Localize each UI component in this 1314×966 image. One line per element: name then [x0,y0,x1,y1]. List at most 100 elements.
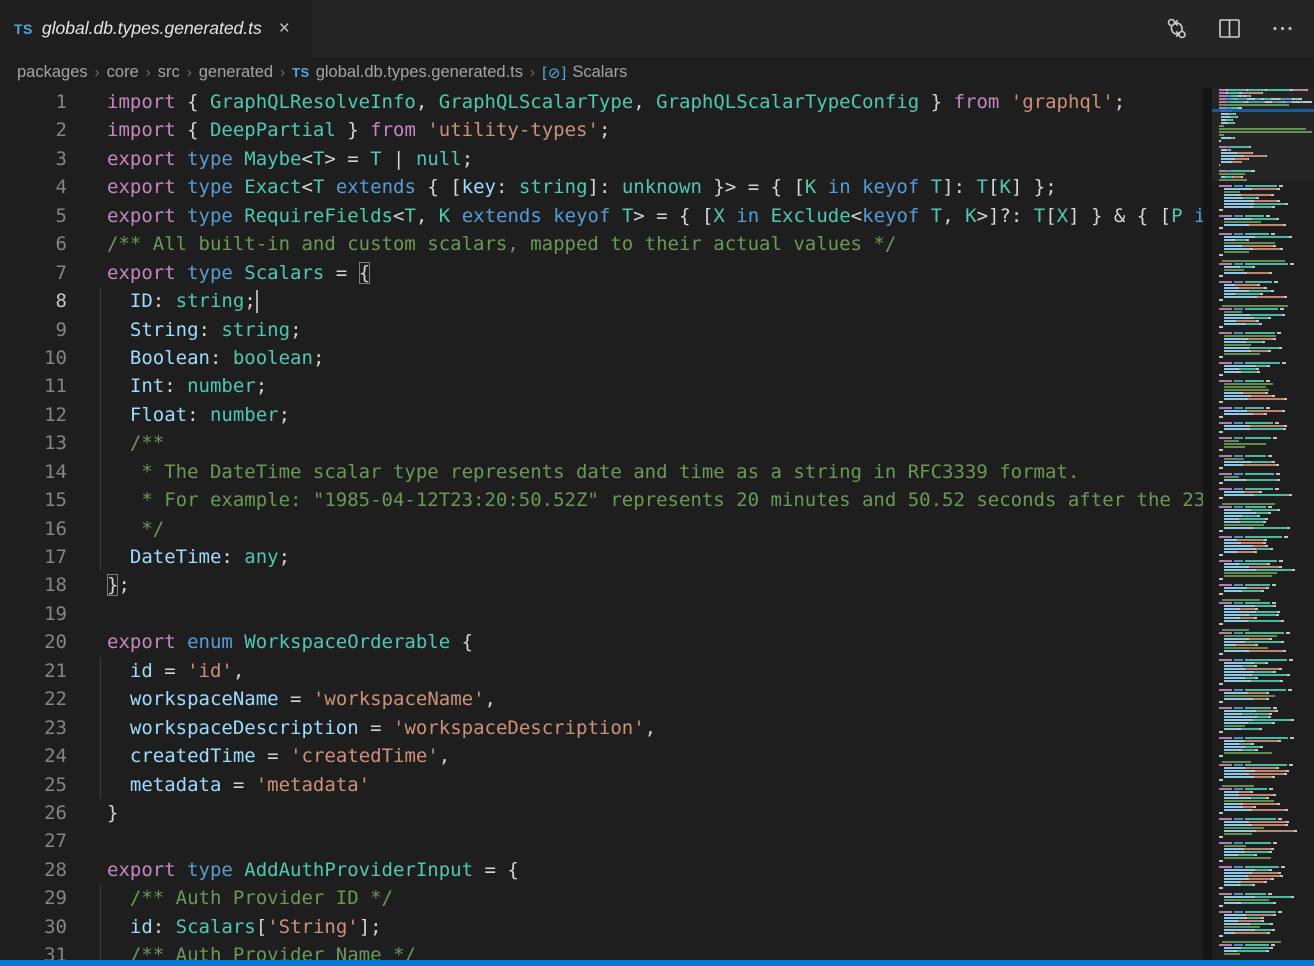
open-changes-icon[interactable] [1163,15,1190,42]
line-number[interactable]: 10 [0,344,67,372]
code-line-25[interactable]: 25 metadata = 'metadata' [0,771,1212,799]
code-line-3[interactable]: 3export type Maybe<T> = T | null; [0,145,1212,173]
code-line-1[interactable]: 1import { GraphQLResolveInfo, GraphQLSca… [0,88,1212,116]
minimap-line [1219,341,1312,343]
minimap-line [1219,902,1312,904]
tab-close-icon[interactable]: × [279,19,290,38]
code-line-28[interactable]: 28export type AddAuthProviderInput = { [0,856,1212,884]
code-line-20[interactable]: 20export enum WorkspaceOrderable { [0,628,1212,656]
code-line-5[interactable]: 5 export type RequireFields<T, K extends … [0,202,1212,230]
breadcrumb-src[interactable]: src [158,63,180,82]
line-number[interactable]: 2 [0,116,67,144]
code-line-31[interactable]: 31 /** Auth Provider Name */ [0,941,1212,960]
indent-guide [100,657,101,685]
code-line-15[interactable]: 15 * For example: "1985-04-12T23:20:50.5… [0,486,1212,514]
line-number[interactable]: 22 [0,685,67,713]
tab-label: global.db.types.generated.ts [42,18,262,39]
minimap-line [1219,566,1312,568]
line-number[interactable]: 9 [0,316,67,344]
indent-guide [100,941,101,960]
minimap-line [1219,203,1312,205]
line-number[interactable]: 29 [0,884,67,912]
code-line-13[interactable]: 13 /** [0,429,1212,457]
code-line-30[interactable]: 30 id: Scalars['String']; [0,913,1212,941]
line-number[interactable]: 1 [0,88,67,116]
code-line-29[interactable]: 29 /** Auth Provider ID */ [0,884,1212,912]
line-number[interactable]: 14 [0,458,67,486]
code-line-18[interactable]: 18}; [0,571,1212,599]
breadcrumb-packages[interactable]: packages [17,63,88,82]
line-number[interactable]: 16 [0,515,67,543]
minimap-line [1219,563,1312,565]
code-line-19[interactable]: 19 [0,600,1212,628]
code-text: export type RequireFields<T, K extends k… [107,202,1212,230]
minimap-line [1219,578,1312,580]
minimap-line [1219,803,1312,805]
minimap-line [1219,776,1312,778]
line-number[interactable]: 8 [0,287,67,315]
tab-global-db-types[interactable]: TS global.db.types.generated.ts × [0,0,312,57]
code-line-9[interactable]: 9 String: string; [0,316,1212,344]
code-line-23[interactable]: 23 workspaceDescription = 'workspaceDesc… [0,714,1212,742]
minimap-line [1219,302,1312,304]
minimap-line [1219,938,1312,940]
line-number[interactable]: 11 [0,372,67,400]
line-number[interactable]: 4 [0,173,67,201]
line-number[interactable]: 28 [0,856,67,884]
code-line-16[interactable]: 16 */ [0,515,1212,543]
minimap-viewport-slider[interactable] [1212,88,1314,181]
code-line-2[interactable]: 2import { DeepPartial } from 'utility-ty… [0,116,1212,144]
code-line-26[interactable]: 26} [0,799,1212,827]
line-number[interactable]: 7 [0,259,67,287]
minimap-line [1219,251,1312,253]
minimap-line [1219,242,1312,244]
line-number[interactable]: 13 [0,429,67,457]
more-actions-icon[interactable] [1269,15,1296,42]
line-number[interactable]: 25 [0,771,67,799]
code-line-22[interactable]: 22 workspaceName = 'workspaceName', [0,685,1212,713]
line-number[interactable]: 20 [0,628,67,656]
line-number[interactable]: 18 [0,571,67,599]
minimap-line [1219,731,1312,733]
breadcrumb-generated[interactable]: generated [199,63,273,82]
code-line-8[interactable]: 8 ID: string; [0,287,1212,315]
code-line-7[interactable]: 7export type Scalars = { [0,259,1212,287]
minimap-line [1219,842,1312,844]
minimap-line [1219,413,1312,415]
breadcrumb-file[interactable]: TS global.db.types.generated.ts [292,63,523,82]
code-line-10[interactable]: 10 Boolean: boolean; [0,344,1212,372]
line-number[interactable]: 23 [0,714,67,742]
split-editor-icon[interactable] [1216,15,1243,42]
line-number[interactable]: 17 [0,543,67,571]
code-line-12[interactable]: 12 Float: number; [0,401,1212,429]
code-line-24[interactable]: 24 createdTime = 'createdTime', [0,742,1212,770]
minimap[interactable] [1212,88,1314,960]
line-number[interactable]: 31 [0,941,67,960]
line-number[interactable]: 26 [0,799,67,827]
code-line-17[interactable]: 17 DateTime: any; [0,543,1212,571]
line-number[interactable]: 5 [0,202,67,230]
code-line-6[interactable]: 6/** All built-in and custom scalars, ma… [0,230,1212,258]
line-number[interactable]: 27 [0,827,67,855]
minimap-line [1219,281,1312,283]
code-line-27[interactable]: 27 [0,827,1212,855]
line-number[interactable]: 3 [0,145,67,173]
code-line-14[interactable]: 14 * The DateTime scalar type represents… [0,458,1212,486]
minimap-line [1219,464,1312,466]
line-number[interactable]: 12 [0,401,67,429]
line-number[interactable]: 30 [0,913,67,941]
breadcrumb-core[interactable]: core [107,63,139,82]
code-line-21[interactable]: 21 id = 'id', [0,657,1212,685]
line-number[interactable]: 6 [0,230,67,258]
line-number[interactable]: 19 [0,600,67,628]
line-number[interactable]: 15 [0,486,67,514]
code-editor[interactable]: 1import { GraphQLResolveInfo, GraphQLSca… [0,88,1212,960]
scrollbar-track[interactable] [1203,88,1212,960]
line-number[interactable]: 24 [0,742,67,770]
breadcrumb-symbol-scalars[interactable]: [⊘] Scalars [542,63,627,82]
code-line-4[interactable]: 4export type Exact<T extends { [key: str… [0,173,1212,201]
minimap-line [1219,947,1312,949]
line-number[interactable]: 21 [0,657,67,685]
minimap-line [1219,548,1312,550]
code-line-11[interactable]: 11 Int: number; [0,372,1212,400]
